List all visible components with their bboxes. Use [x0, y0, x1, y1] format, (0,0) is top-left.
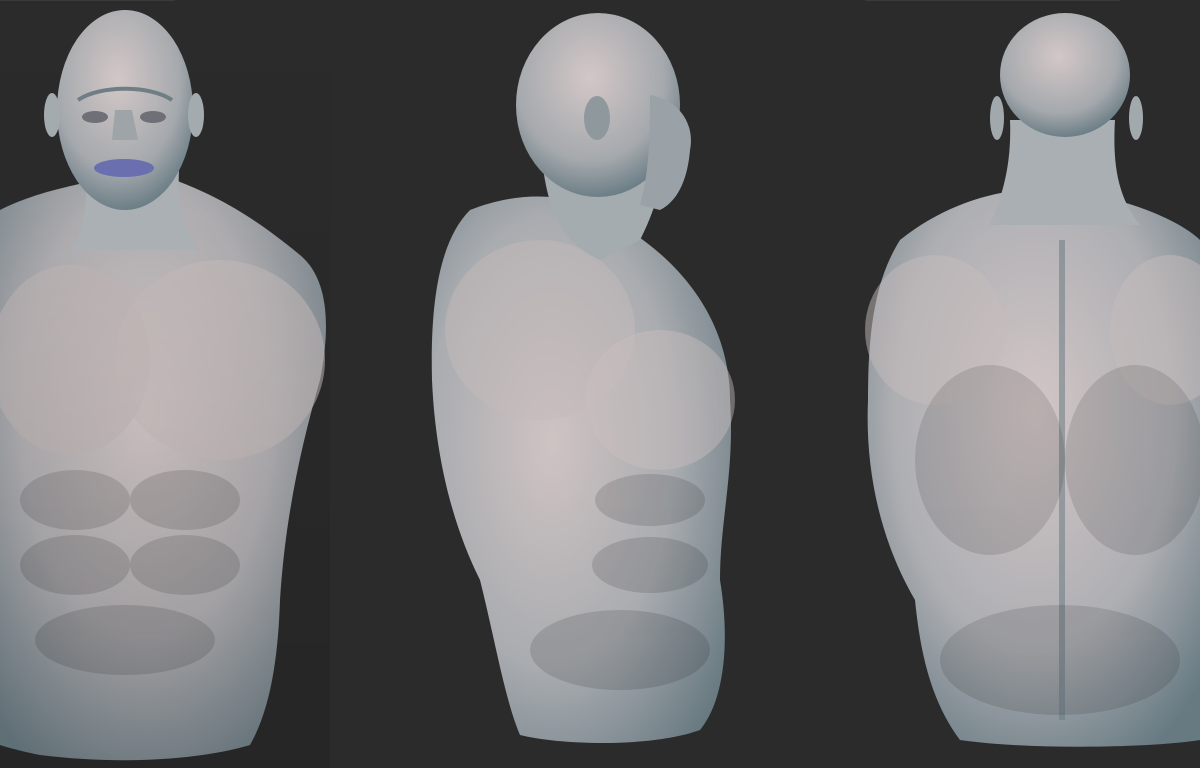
front-view-figure: [0, 0, 330, 768]
sculpt-render: [0, 0, 1200, 768]
side-view-figure: [431, 13, 735, 744]
front-right-eye: [140, 111, 166, 123]
back-head: [1000, 13, 1130, 137]
front-left-ear: [44, 93, 60, 137]
front-left-eye: [82, 111, 108, 123]
side-ear: [584, 96, 610, 140]
side-pec: [585, 330, 735, 470]
front-right-ear: [188, 93, 204, 137]
front-lips: [94, 159, 154, 177]
back-right-ear: [1129, 96, 1143, 140]
viewport-canvas: [0, 0, 1200, 768]
back-left-ear: [990, 96, 1004, 140]
back-view-figure: [865, 13, 1200, 747]
